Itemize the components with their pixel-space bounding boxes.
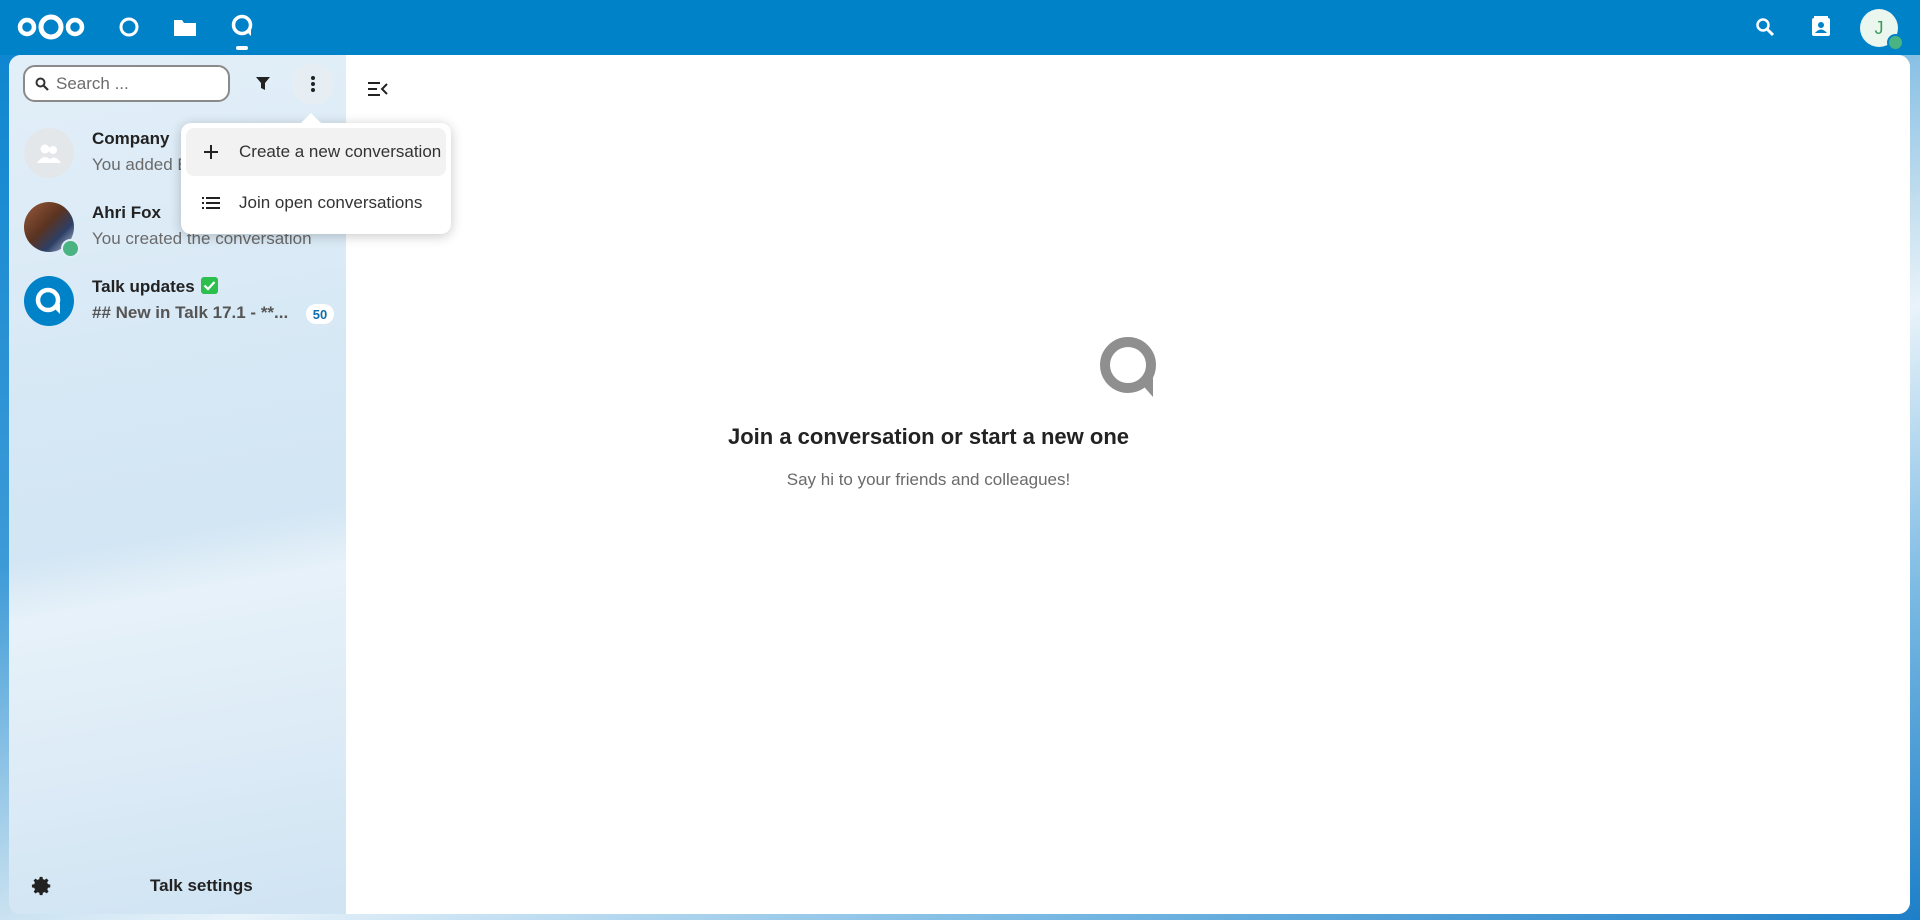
search-icon (35, 77, 49, 91)
files-app-icon[interactable] (172, 14, 198, 40)
conversation-last-message: ## New in Talk 17.1 - **... (92, 303, 289, 322)
dashboard-app-icon[interactable] (116, 14, 142, 40)
list-icon (200, 192, 222, 214)
talk-settings-label: Talk settings (150, 876, 253, 895)
talk-icon (24, 276, 74, 326)
search-icon[interactable] (1752, 14, 1778, 40)
user-avatar-initial: J (1874, 17, 1884, 38)
talk-app-icon[interactable] (228, 12, 256, 40)
join-open-conversations-menu-item[interactable]: Join open conversations (186, 179, 446, 227)
conversation-item-talk-updates[interactable]: Talk updates ## New in Talk 17.1 - **...… (24, 272, 334, 328)
online-status-dot (61, 239, 80, 258)
filter-icon (256, 77, 270, 90)
group-icon (24, 128, 74, 178)
menu-item-label: Join open conversations (239, 193, 423, 212)
plus-icon (200, 141, 222, 163)
active-app-indicator (236, 46, 248, 50)
empty-state-title: Join a conversation or start a new one (728, 424, 1129, 449)
user-avatar[interactable]: J (1860, 9, 1904, 51)
user-online-status (1887, 34, 1904, 51)
conversation-name: Company (92, 129, 170, 148)
conversation-name: Talk updates (92, 277, 195, 296)
nextcloud-logo[interactable] (16, 9, 86, 45)
top-header: J (0, 0, 1920, 55)
talk-settings-button[interactable]: Talk settings (9, 858, 346, 914)
more-actions-button[interactable] (292, 63, 334, 105)
search-input[interactable] (54, 72, 218, 95)
conversation-name-wrap: Talk updates (92, 277, 218, 297)
conversation-name: Ahri Fox (92, 203, 161, 222)
unread-count-badge: 50 (306, 304, 334, 324)
filter-button[interactable] (246, 67, 280, 101)
more-vertical-icon (311, 76, 315, 92)
gear-icon (31, 876, 51, 896)
toggle-sidebar-icon[interactable] (367, 80, 389, 98)
create-conversation-menu-item[interactable]: Create a new conversation (186, 128, 446, 176)
contacts-icon[interactable] (1808, 14, 1834, 40)
talk-empty-icon (1100, 337, 1156, 397)
empty-state-subtitle: Say hi to your friends and colleagues! (786, 470, 1071, 489)
actions-menu: Create a new conversation Join open conv… (181, 113, 451, 234)
verified-check-icon (200, 277, 218, 294)
menu-item-label: Create a new conversation (239, 142, 442, 161)
search-field[interactable] (23, 65, 230, 102)
